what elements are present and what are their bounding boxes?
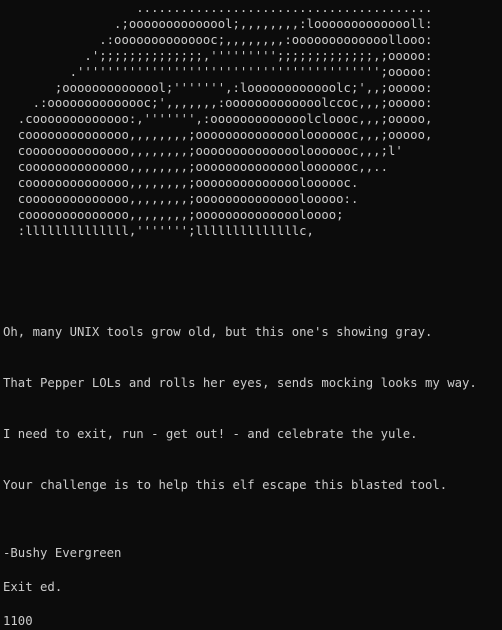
poem-line: I need to exit, run - get out! - and cel…: [3, 426, 418, 441]
terminal-window[interactable]: ........................................…: [0, 0, 502, 628]
poem-line: That Pepper LOLs and rolls her eyes, sen…: [3, 375, 477, 390]
ascii-art-logo: ........................................…: [17, 1, 433, 238]
blank-space: [3, 240, 502, 290]
poem-block: Oh, many UNIX tools grow old, but this o…: [3, 290, 502, 528]
exit-message-line: Exit ed.: [3, 579, 63, 594]
poem-line: Your challenge is to help this elf escap…: [3, 477, 448, 492]
byte-count-output: 1100: [3, 613, 33, 628]
poem-line: Oh, many UNIX tools grow old, but this o…: [3, 324, 433, 339]
signature-line: -Bushy Evergreen: [3, 545, 122, 560]
